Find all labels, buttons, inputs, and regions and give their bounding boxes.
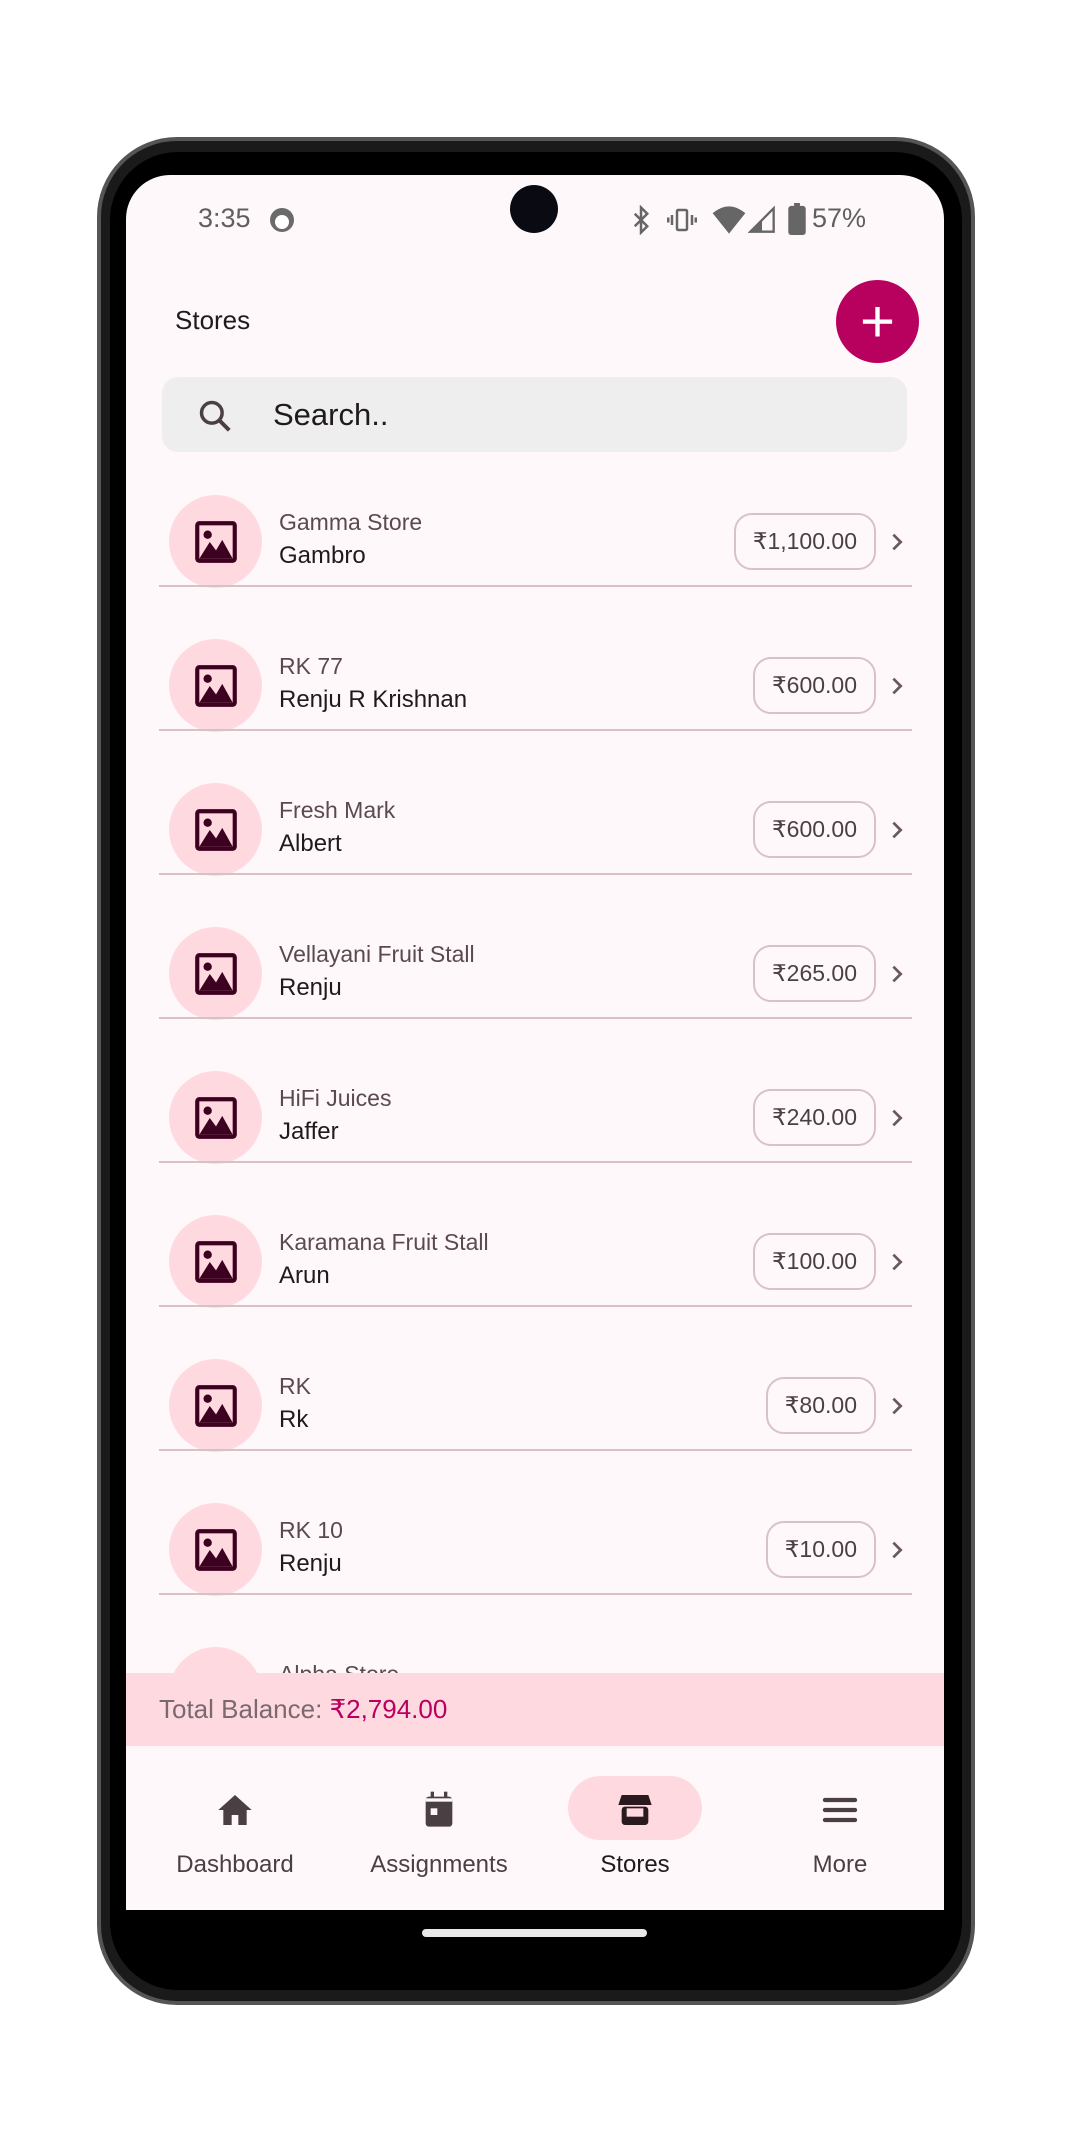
balance-badge: ₹1,100.00	[733, 513, 876, 570]
nav-label: Stores	[600, 1851, 670, 1878]
plus-icon: +	[859, 287, 896, 355]
store-name: RK	[279, 1373, 311, 1399]
store-name: HiFi Juices	[279, 1085, 392, 1111]
store-owner: Renju	[279, 1550, 342, 1577]
image-icon	[194, 808, 237, 851]
chevron-right-icon	[892, 821, 903, 839]
store-owner: Arun	[279, 1262, 330, 1289]
store-name: Vellayani Fruit Stall	[279, 941, 475, 967]
store-row[interactable]: HiFi Juices Jaffer ₹240.00	[126, 1019, 944, 1164]
store-row[interactable]: Karamana Fruit Stall Arun ₹100.00	[126, 1163, 944, 1308]
store-name: Karamana Fruit Stall	[279, 1229, 489, 1255]
bluetooth-icon	[633, 205, 650, 235]
status-time: 3:35	[198, 203, 251, 233]
balance-badge: ₹265.00	[753, 945, 876, 1002]
wifi-icon	[712, 206, 746, 234]
image-icon	[194, 1096, 237, 1139]
image-icon	[194, 520, 237, 563]
image-icon	[194, 1528, 237, 1571]
add-store-button[interactable]: +	[836, 280, 919, 363]
nav-assignments[interactable]: Assignments	[337, 1746, 541, 1910]
store-avatar	[169, 927, 262, 1020]
balance-badge: ₹10.00	[765, 1521, 876, 1578]
search-icon	[199, 400, 231, 432]
balance-badge: ₹100.00	[753, 1233, 876, 1290]
camera-cutout	[510, 185, 558, 233]
chevron-right-icon	[892, 677, 903, 695]
home-indicator[interactable]	[422, 1929, 647, 1937]
battery-icon	[788, 203, 806, 235]
notification-icon	[270, 208, 294, 232]
store-avatar	[169, 495, 262, 588]
battery-level: 57%	[812, 203, 867, 233]
nav-label: Assignments	[370, 1851, 508, 1878]
store-icon	[618, 1795, 652, 1825]
balance-badge: ₹240.00	[753, 1089, 876, 1146]
vibrate-icon	[667, 208, 697, 232]
total-balance-label: Total Balance:	[159, 1694, 330, 1724]
nav-dashboard[interactable]: Dashboard	[133, 1746, 337, 1910]
menu-icon	[822, 1797, 858, 1823]
store-avatar	[169, 783, 262, 876]
store-owner: Jaffer	[279, 1118, 339, 1145]
chevron-right-icon	[892, 1397, 903, 1415]
nav-more[interactable]: More	[738, 1746, 942, 1910]
store-row[interactable]: RK Rk ₹80.00	[126, 1307, 944, 1452]
balance-badge: ₹80.00	[765, 1377, 876, 1434]
total-balance-bar: Total Balance: ₹2,794.00	[126, 1673, 944, 1746]
store-row[interactable]: Fresh Mark Albert ₹600.00	[126, 731, 944, 876]
store-name: RK 77	[279, 653, 343, 679]
chevron-right-icon	[892, 1541, 903, 1559]
nav-label: Dashboard	[176, 1851, 294, 1878]
store-row[interactable]: Vellayani Fruit Stall Renju ₹265.00	[126, 875, 944, 1020]
store-avatar	[169, 1359, 262, 1452]
store-avatar	[169, 1071, 262, 1164]
store-row[interactable]: RK 10 Renju ₹10.00	[126, 1451, 944, 1596]
store-name: Gamma Store	[279, 509, 423, 535]
store-avatar	[169, 1215, 262, 1308]
chevron-right-icon	[892, 1109, 903, 1127]
nav-stores[interactable]: Stores	[533, 1746, 737, 1910]
balance-badge: ₹600.00	[753, 657, 876, 714]
signal-icon	[748, 205, 775, 233]
calendar-icon	[425, 1791, 453, 1827]
store-row[interactable]: RK 77 Renju R Krishnan ₹600.00	[126, 587, 944, 732]
store-owner: Rk	[279, 1406, 309, 1433]
chevron-right-icon	[892, 1253, 903, 1271]
chevron-right-icon	[892, 533, 903, 551]
image-icon	[194, 1384, 237, 1427]
search-input[interactable]: Search..	[162, 377, 907, 452]
home-icon	[218, 1795, 252, 1825]
search-placeholder: Search..	[273, 397, 389, 432]
store-row[interactable]: Gamma Store Gambro ₹1,100.00	[126, 443, 944, 588]
image-icon	[194, 952, 237, 995]
store-owner: Renju R Krishnan	[279, 686, 468, 713]
image-icon	[194, 664, 237, 707]
store-list: Gamma Store Gambro ₹1,100.00 RK 77 Renju…	[126, 443, 944, 1740]
balance-badge: ₹600.00	[753, 801, 876, 858]
nav-label: More	[812, 1851, 868, 1878]
page-title: Stores	[175, 305, 251, 335]
screen: 3:35 57% Stores + Search.. Gamma Store G…	[126, 175, 944, 1910]
store-name: RK 10	[279, 1517, 343, 1543]
bottom-navigation: Dashboard Assignments Stores More	[126, 1746, 944, 1910]
store-avatar	[169, 1503, 262, 1596]
total-balance-value: ₹2,794.00	[329, 1694, 448, 1724]
store-owner: Albert	[279, 830, 342, 857]
store-name: Fresh Mark	[279, 797, 396, 823]
store-owner: Renju	[279, 974, 342, 1001]
store-owner: Gambro	[279, 542, 366, 569]
chevron-right-icon	[892, 965, 903, 983]
store-avatar	[169, 639, 262, 732]
image-icon	[194, 1240, 237, 1283]
